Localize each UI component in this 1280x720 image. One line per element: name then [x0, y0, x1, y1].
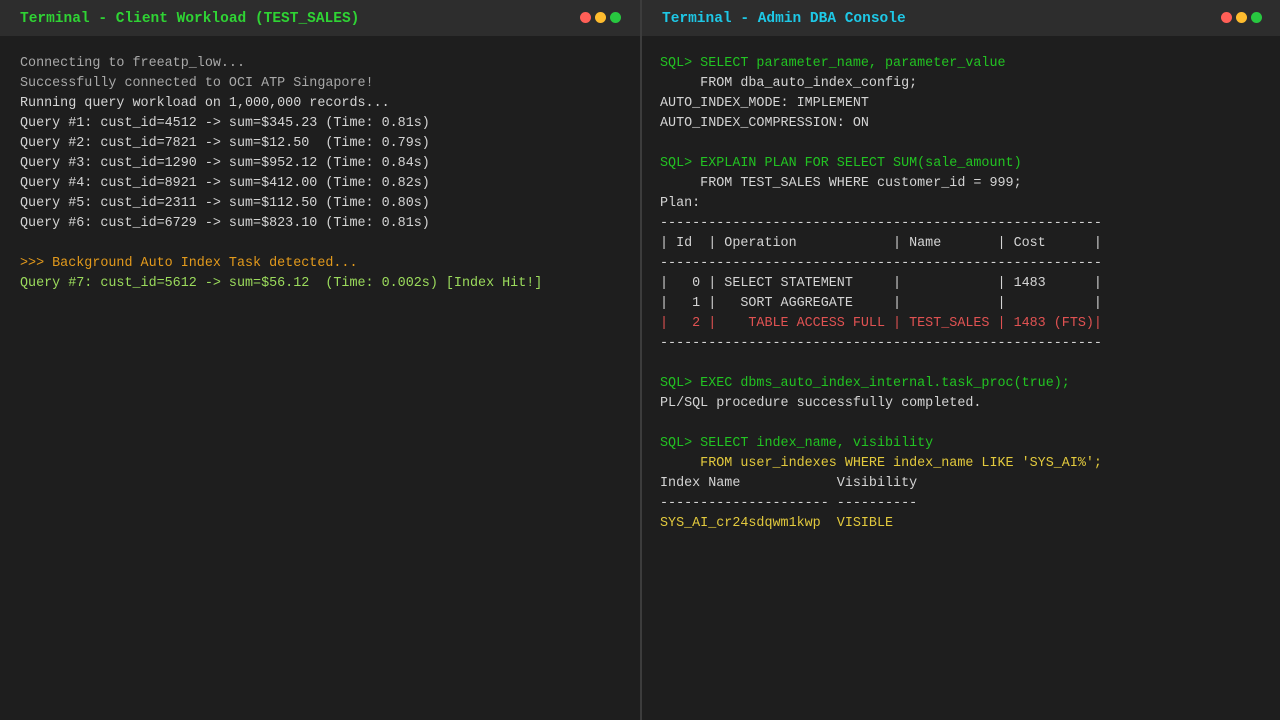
right-title-bar: Terminal - Admin DBA Console: [642, 0, 1280, 36]
right-window-title: Terminal - Admin DBA Console: [662, 11, 906, 27]
left-title-bar: Terminal - Client Workload (TEST_SALES): [0, 0, 640, 36]
close-button-icon[interactable]: [1221, 12, 1232, 23]
terminal-line: SQL> EXEC dbms_auto_index_internal.task_…: [660, 376, 1070, 391]
terminal-line: >>> Background Auto Index Task detected.…: [20, 256, 358, 271]
left-terminal-output: Connecting to freeatp_low... Successfully…: [20, 54, 640, 294]
admin-dba-terminal[interactable]: Terminal - Admin DBA Console SQL> SELECT…: [642, 0, 1280, 720]
minimize-button-icon[interactable]: [1236, 12, 1247, 23]
maximize-button-icon[interactable]: [610, 12, 621, 23]
terminal-line: FROM TEST_SALES WHERE customer_id = 999;: [660, 176, 1022, 191]
left-window-title: Terminal - Client Workload (TEST_SALES): [20, 11, 360, 27]
terminal-line: SQL> SELECT parameter_name, parameter_va…: [660, 56, 1006, 71]
minimize-button-icon[interactable]: [595, 12, 606, 23]
terminal-line: ----------------------------------------…: [660, 336, 1102, 351]
terminal-line: SQL> EXPLAIN PLAN FOR SELECT SUM(sale_am…: [660, 156, 1022, 171]
terminal-line: Query #4: cust_id=8921 -> sum=$412.00 (T…: [20, 176, 430, 191]
terminal-line: Connecting to freeatp_low...: [20, 56, 245, 71]
maximize-button-icon[interactable]: [1251, 12, 1262, 23]
terminal-line: SQL> SELECT index_name, visibility: [660, 436, 934, 451]
terminal-line: FROM user_indexes WHERE index_name LIKE …: [660, 456, 1102, 471]
terminal-line: | Id | Operation | Name | Cost |: [660, 236, 1102, 251]
terminal-line: Query #3: cust_id=1290 -> sum=$952.12 (T…: [20, 156, 430, 171]
terminal-line: Query #7: cust_id=5612 -> sum=$56.12 (Ti…: [20, 276, 543, 291]
terminal-line: Query #2: cust_id=7821 -> sum=$12.50 (Ti…: [20, 136, 430, 151]
terminal-line: Successfully connected to OCI ATP Singap…: [20, 76, 374, 91]
terminal-line: | 2 | TABLE ACCESS FULL | TEST_SALES | 1…: [660, 316, 1102, 331]
terminal-line: ----------------------------------------…: [660, 256, 1102, 271]
terminal-line: SYS_AI_cr24sdqwm1kwp VISIBLE: [660, 516, 894, 531]
terminal-line: Query #6: cust_id=6729 -> sum=$823.10 (T…: [20, 216, 430, 231]
right-terminal-output: SQL> SELECT parameter_name, parameter_va…: [660, 54, 1280, 534]
terminal-line: Running query workload on 1,000,000 reco…: [20, 96, 390, 111]
terminal-line: Query #5: cust_id=2311 -> sum=$112.50 (T…: [20, 196, 430, 211]
close-button-icon[interactable]: [580, 12, 591, 23]
right-window-controls: [1221, 12, 1262, 23]
terminal-line: ----------------------------------------…: [660, 216, 1102, 231]
terminal-line: AUTO_INDEX_MODE: IMPLEMENT: [660, 96, 869, 111]
client-workload-terminal[interactable]: Terminal - Client Workload (TEST_SALES) …: [0, 0, 640, 720]
terminal-line: PL/SQL procedure successfully completed.: [660, 396, 982, 411]
terminal-line: FROM dba_auto_index_config;: [660, 76, 918, 91]
terminal-line: --------------------- ----------: [660, 496, 918, 511]
terminal-line: Plan:: [660, 196, 701, 211]
terminal-line: AUTO_INDEX_COMPRESSION: ON: [660, 116, 869, 131]
terminal-line: Index Name Visibility: [660, 476, 918, 491]
terminal-line: | 1 | SORT AGGREGATE | | |: [660, 296, 1102, 311]
left-window-controls: [580, 12, 621, 23]
terminal-line: Query #1: cust_id=4512 -> sum=$345.23 (T…: [20, 116, 430, 131]
terminal-line: | 0 | SELECT STATEMENT | | 1483 |: [660, 276, 1102, 291]
